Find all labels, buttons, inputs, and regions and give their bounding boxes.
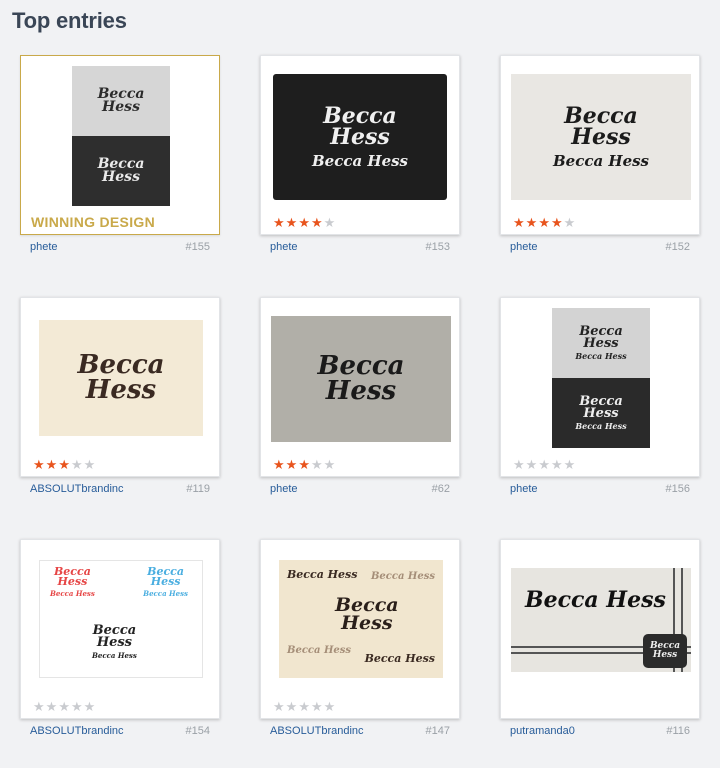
author-link[interactable]: ABSOLUTbrandinc (30, 725, 124, 737)
author-link[interactable]: ABSOLUTbrandinc (30, 483, 124, 495)
star-filled-icon: ★ (550, 215, 564, 230)
star-filled-icon: ★ (298, 457, 311, 472)
entry-number: #153 (425, 241, 450, 253)
star-filled-icon: ★ (33, 457, 46, 472)
entry-number: #119 (186, 483, 210, 495)
star-empty-icon: ★ (323, 215, 337, 230)
star-rating: ★★★★★ (273, 700, 336, 713)
author-link[interactable]: phete (270, 241, 298, 253)
design-image: Becca Hess (39, 320, 203, 436)
entry-card: Becca Hess ★★★★★ ABSOLUTbrandinc #119 (20, 297, 220, 499)
entry-number: #154 (185, 725, 210, 737)
entry-number: #116 (666, 725, 690, 737)
entry-card: Becca Hess Becca Hess Becca Hess Becca Hes… (20, 539, 220, 741)
entry-card: Becca Hess Becca Hess Becca Hess Becca He… (260, 539, 460, 741)
page-title: Top entries (12, 8, 127, 33)
author-link[interactable]: ABSOLUTbrandinc (270, 725, 364, 737)
star-filled-icon: ★ (285, 457, 299, 472)
author-link[interactable]: putramanda0 (510, 725, 575, 737)
star-filled-icon: ★ (58, 457, 71, 472)
star-empty-icon: ★ (33, 699, 46, 714)
star-empty-icon: ★ (70, 699, 84, 714)
star-empty-icon: ★ (310, 699, 324, 714)
entry-thumbnail-link[interactable]: Becca Hess Becca Hess WINNING DESIGN (20, 55, 220, 235)
design-image: Becca Hess (271, 316, 451, 442)
design-image: Becca Hess Becca Hess (72, 66, 170, 206)
entry-card: Becca Hess Becca Hess WINNING DESIGN phete… (20, 55, 220, 257)
entry-number: #147 (425, 725, 450, 737)
star-empty-icon: ★ (563, 215, 577, 230)
design-image: Becca Hess Becca Hess Becca Hess Becca Hes… (39, 560, 203, 678)
entry-card: Becca Hess Becca Hess ★★★★★ phete #153 (260, 55, 460, 257)
design-image: Becca Hess Becca Hess (273, 74, 447, 200)
star-filled-icon: ★ (513, 215, 526, 230)
star-rating: ★★★★★ (33, 700, 96, 713)
star-filled-icon: ★ (285, 215, 299, 230)
entry-number: #155 (185, 241, 210, 253)
star-rating: ★★★★★ (273, 458, 336, 471)
star-filled-icon: ★ (310, 215, 324, 230)
entry-thumbnail-link[interactable]: Becca Hess Becca Hess (500, 539, 700, 719)
star-empty-icon: ★ (538, 457, 551, 472)
star-empty-icon: ★ (273, 699, 286, 714)
star-rating: ★★★★★ (513, 216, 576, 229)
star-empty-icon: ★ (550, 457, 564, 472)
star-empty-icon: ★ (525, 457, 539, 472)
star-filled-icon: ★ (298, 215, 311, 230)
star-empty-icon: ★ (45, 699, 59, 714)
star-empty-icon: ★ (563, 457, 577, 472)
entry-card: Becca Hess Becca Hess Becca Hess Becca Hes… (500, 297, 700, 499)
author-link[interactable]: phete (510, 483, 538, 495)
entry-number: #152 (665, 241, 690, 253)
author-link[interactable]: phete (30, 241, 58, 253)
entry-card: Becca Hess Becca Hess ★★★★★ phete #152 (500, 55, 700, 257)
star-filled-icon: ★ (273, 457, 286, 472)
entry-number: #62 (431, 483, 450, 495)
star-empty-icon: ★ (70, 457, 84, 472)
author-link[interactable]: phete (270, 483, 298, 495)
entry-thumbnail-link[interactable]: Becca Hess Becca Hess Becca Hess Becca Hes… (500, 297, 700, 477)
star-empty-icon: ★ (298, 699, 311, 714)
author-link[interactable]: phete (510, 241, 538, 253)
star-empty-icon: ★ (83, 457, 97, 472)
entry-thumbnail-link[interactable]: Becca Hess ★★★★★ (20, 297, 220, 477)
star-rating: ★★★★★ (273, 216, 336, 229)
entry-card: Becca Hess Becca Hess putramanda0 #116 (500, 539, 700, 741)
star-empty-icon: ★ (513, 457, 526, 472)
design-image: Becca Hess Becca Hess Becca Hess Becca Hes… (552, 308, 650, 448)
star-empty-icon: ★ (323, 699, 337, 714)
design-image: Becca Hess Becca Hess Becca Hess Becca He… (279, 560, 443, 678)
design-image: Becca Hess Becca Hess (511, 74, 691, 200)
star-empty-icon: ★ (323, 457, 337, 472)
design-image: Becca Hess Becca Hess (511, 568, 691, 672)
star-rating: ★★★★★ (33, 458, 96, 471)
winning-design-label: WINNING DESIGN (31, 214, 155, 230)
star-filled-icon: ★ (45, 457, 59, 472)
star-empty-icon: ★ (310, 457, 324, 472)
entry-thumbnail-link[interactable]: Becca Hess Becca Hess Becca Hess Becca Hes… (20, 539, 220, 719)
entry-card: Becca Hess ★★★★★ phete #62 (260, 297, 460, 499)
star-empty-icon: ★ (83, 699, 97, 714)
star-rating: ★★★★★ (513, 458, 576, 471)
entry-thumbnail-link[interactable]: Becca Hess Becca Hess ★★★★★ (500, 55, 700, 235)
star-filled-icon: ★ (538, 215, 551, 230)
entry-thumbnail-link[interactable]: Becca Hess Becca Hess Becca Hess Becca He… (260, 539, 460, 719)
star-filled-icon: ★ (525, 215, 539, 230)
star-filled-icon: ★ (273, 215, 286, 230)
star-empty-icon: ★ (285, 699, 299, 714)
star-empty-icon: ★ (58, 699, 71, 714)
entry-thumbnail-link[interactable]: Becca Hess Becca Hess ★★★★★ (260, 55, 460, 235)
entry-number: #156 (665, 483, 690, 495)
entry-thumbnail-link[interactable]: Becca Hess ★★★★★ (260, 297, 460, 477)
